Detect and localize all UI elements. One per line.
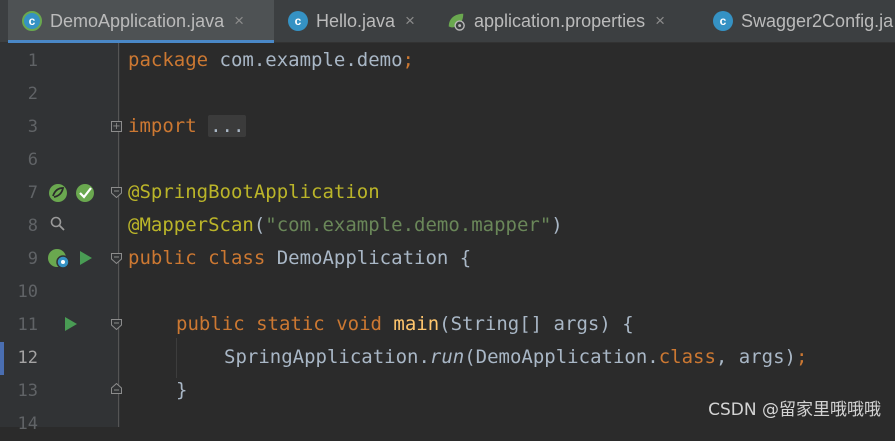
spring-bean-icon[interactable] [48, 183, 68, 203]
fold-start-icon[interactable] [111, 253, 122, 264]
semicolon: ; [795, 346, 808, 368]
keyword: class [208, 247, 266, 269]
package-name: com.example.demo [208, 49, 403, 71]
line-number: 14 [17, 414, 38, 434]
keyword: public [176, 313, 245, 335]
keyword: void [336, 313, 382, 335]
editor-tab-bar: c DemoApplication.java × c Hello.java × … [0, 0, 895, 43]
implementation-icon[interactable] [50, 216, 66, 232]
indent-guide [176, 338, 177, 378]
tab-label: Swagger2Config.ja [741, 10, 894, 31]
keyword: package [128, 49, 209, 71]
tab-label: Hello.java [316, 10, 396, 31]
line-number: 12 [17, 348, 38, 368]
line-number: 8 [27, 216, 38, 236]
code-line-11[interactable]: public static void main(String[] args) { [176, 308, 634, 341]
keyword: static [256, 313, 325, 335]
line-number: 7 [27, 183, 38, 203]
method-name: main [393, 313, 440, 335]
line-number: 10 [17, 282, 38, 302]
code-line-9[interactable]: public class DemoApplication { [128, 242, 471, 275]
class-ref: SpringApplication. [224, 346, 430, 368]
semicolon: ; [402, 49, 414, 71]
tab-hello[interactable]: c Hello.java × [288, 0, 415, 42]
line-number: 2 [27, 84, 38, 104]
spring-properties-icon [446, 11, 466, 31]
close-icon[interactable]: × [234, 11, 244, 31]
expand-fold-icon[interactable]: + [111, 121, 122, 132]
code-line-3[interactable]: import ... [128, 110, 247, 143]
close-icon[interactable]: × [655, 11, 665, 31]
folded-imports[interactable]: ... [208, 115, 247, 137]
args: (DemoApplication. [464, 346, 659, 368]
keyword: class [658, 346, 716, 368]
line-number: 1 [27, 51, 38, 71]
run-main-icon[interactable] [63, 315, 79, 333]
paren: ( [253, 214, 266, 236]
code-line-1[interactable]: package com.example.demo; [128, 44, 414, 77]
line-number: 3 [27, 117, 38, 137]
class-name: DemoApplication { [265, 247, 472, 269]
code-line-13[interactable]: } [176, 374, 187, 407]
tab-swagger2config[interactable]: c Swagger2Config.ja [713, 0, 893, 42]
spring-app-icon[interactable] [47, 248, 71, 270]
tab-label: DemoApplication.java [50, 10, 225, 31]
run-icon[interactable] [78, 249, 94, 267]
keyword: import [128, 115, 197, 137]
fold-start-icon[interactable] [111, 187, 122, 198]
java-class-icon: c [288, 11, 308, 31]
close-icon[interactable]: × [405, 11, 415, 31]
java-class-icon: c [713, 11, 733, 31]
method-call: run [429, 346, 465, 368]
gutter-separator [118, 43, 119, 427]
tab-demo-application[interactable]: c DemoApplication.java × [8, 0, 274, 43]
spring-boot-class-icon: c [22, 11, 42, 31]
fold-start-icon[interactable] [111, 319, 122, 330]
args: , args) [715, 346, 796, 368]
line-number: 13 [17, 381, 38, 401]
keyword: public [128, 247, 197, 269]
tab-application-properties[interactable]: application.properties × [446, 0, 665, 42]
code-line-12[interactable]: SpringApplication.run(DemoApplication.cl… [224, 341, 807, 374]
paren: ) [551, 214, 563, 236]
spring-boot-run-icon[interactable] [74, 182, 96, 204]
annotation: @MapperScan [128, 214, 254, 236]
fold-end-icon[interactable] [111, 383, 122, 394]
watermark: CSDN @留家里哦哦哦 [708, 400, 881, 420]
line-number: 6 [27, 150, 38, 170]
params: (String[] args) { [439, 313, 634, 335]
code-line-7[interactable]: @SpringBootApplication [128, 176, 380, 209]
tab-label: application.properties [474, 10, 646, 31]
line-number: 11 [17, 315, 38, 335]
string-literal: "com.example.demo.mapper" [265, 214, 552, 236]
line-number: 9 [27, 249, 38, 269]
code-line-8[interactable]: @MapperScan("com.example.demo.mapper") [128, 209, 563, 242]
